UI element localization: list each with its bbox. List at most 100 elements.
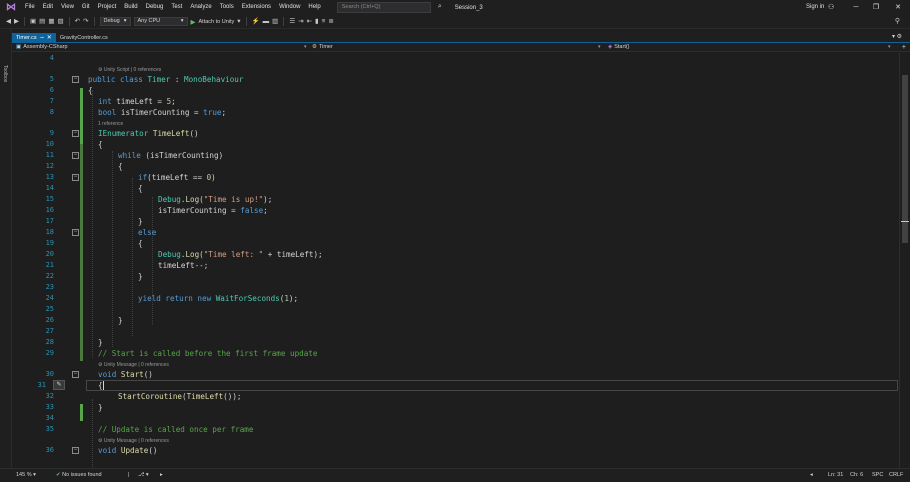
left-tool-strip: Toolbox xyxy=(0,29,12,469)
menu-tools[interactable]: Tools xyxy=(216,0,238,15)
tab-label: Timer.cs xyxy=(16,34,37,41)
play-icon[interactable]: ▶ xyxy=(191,18,196,26)
tab-gravitycontroller-cs[interactable]: GravityController.cs xyxy=(56,33,112,42)
minimize-icon[interactable]: ─ xyxy=(846,0,866,15)
code-text: // Update is called once per frame xyxy=(98,425,254,434)
folder-icon[interactable]: ▬ xyxy=(263,15,270,29)
visual-studio-logo-icon[interactable]: ⋈ xyxy=(5,2,17,14)
menu-view[interactable]: View xyxy=(57,0,78,15)
status-separator: | xyxy=(128,472,130,478)
configuration-value: Debug xyxy=(103,18,120,24)
bookmark-icon[interactable]: ▮ xyxy=(315,15,319,29)
git-branch-icon[interactable]: ⎇ ▾ xyxy=(138,469,149,482)
document-tab-bar: Timer.cs ⊸ ✕ GravityController.cs ▾ ⚙ xyxy=(12,33,910,42)
uncomment-icon[interactable]: ≣ xyxy=(328,15,333,29)
toolbox-tab[interactable]: Toolbox xyxy=(2,65,8,82)
configuration-dropdown[interactable]: Debug ▾ xyxy=(99,17,131,26)
code-text: { xyxy=(88,86,93,95)
redo-icon[interactable]: ↷ xyxy=(83,15,88,29)
menu-git[interactable]: Git xyxy=(78,0,94,15)
code-text: while (isTimerCounting) xyxy=(118,151,224,160)
fold-collapse-icon[interactable]: − xyxy=(72,371,79,378)
outdent-icon[interactable]: ⇤ xyxy=(307,15,312,29)
menu-edit[interactable]: Edit xyxy=(39,0,57,15)
chevron-down-icon[interactable]: ▾ xyxy=(598,43,601,52)
menu-window[interactable]: Window xyxy=(275,0,304,15)
search-input[interactable]: Search (Ctrl+Q) ⌕ xyxy=(336,2,442,13)
menu-debug[interactable]: Debug xyxy=(142,0,168,15)
live-share-icon[interactable]: ⚲ xyxy=(895,15,900,29)
new-item-icon[interactable]: ▣ xyxy=(30,15,36,29)
menu-file[interactable]: File xyxy=(21,0,39,15)
column-indicator[interactable]: Ch: 6 xyxy=(850,469,863,482)
fold-collapse-icon[interactable]: − xyxy=(72,152,79,159)
fold-collapse-icon[interactable]: − xyxy=(72,229,79,236)
scroll-left-icon[interactable]: ◂ xyxy=(810,469,813,482)
save-icon[interactable]: ▦ xyxy=(48,15,54,29)
code-line: 17 } xyxy=(12,216,900,227)
member-dropdown[interactable]: ◈ Start() xyxy=(608,43,630,52)
menu-analyze[interactable]: Analyze xyxy=(186,0,215,15)
chevron-down-icon[interactable]: ▾ xyxy=(304,43,307,52)
scrollbar-thumb[interactable] xyxy=(902,75,908,243)
code-editor[interactable]: 4 ⚙ Unity Script | 0 references 5 − publ… xyxy=(12,53,900,468)
navigate-forward-icon[interactable]: ▶ xyxy=(14,15,19,29)
menu-project[interactable]: Project xyxy=(94,0,121,15)
account-icon[interactable]: ⚇ xyxy=(828,0,834,15)
issues-indicator[interactable]: ✔ No issues found xyxy=(56,469,102,482)
fold-collapse-icon[interactable]: − xyxy=(72,174,79,181)
fold-collapse-icon[interactable]: − xyxy=(72,130,79,137)
layout-icon[interactable]: ▥ xyxy=(272,15,278,29)
chevron-down-icon[interactable]: ▾ xyxy=(888,43,891,52)
format-icon[interactable]: ☰ xyxy=(289,15,295,29)
navigate-back-icon[interactable]: ◀ xyxy=(6,15,11,29)
code-line: 36 − void Update() xyxy=(12,445,900,456)
save-all-icon[interactable]: ▧ xyxy=(57,15,63,29)
close-icon[interactable]: ✕ xyxy=(47,34,52,41)
fold-collapse-icon[interactable]: − xyxy=(72,76,79,83)
indent-icon[interactable]: ⇥ xyxy=(298,15,303,29)
whitespace-indicator[interactable]: SPC xyxy=(872,469,883,482)
comment-icon[interactable]: ≡ xyxy=(322,15,326,29)
tab-timer-cs[interactable]: Timer.cs ⊸ ✕ xyxy=(12,33,56,42)
split-editor-icon[interactable]: + xyxy=(902,43,906,52)
code-text: // Start is called before the first fram… xyxy=(98,349,318,358)
fold-collapse-icon[interactable]: − xyxy=(72,447,79,454)
code-text: StartCoroutine(TimeLeft()); xyxy=(118,392,242,401)
codelens-unity-message[interactable]: ⚙ Unity Message | 0 references xyxy=(98,437,169,445)
quick-actions-pencil-icon[interactable]: ✎ xyxy=(53,380,65,390)
line-number: 33 xyxy=(45,403,54,411)
line-ending-indicator[interactable]: CRLF xyxy=(889,469,903,482)
platform-dropdown[interactable]: Any CPU ▾ xyxy=(133,17,188,26)
open-folder-icon[interactable]: ▤ xyxy=(39,15,45,29)
line-number: 15 xyxy=(45,195,54,203)
search-icon[interactable]: ⌕ xyxy=(438,3,442,11)
line-indicator[interactable]: Ln: 31 xyxy=(828,469,843,482)
menu-test[interactable]: Test xyxy=(167,0,186,15)
sign-in-link[interactable]: Sign in xyxy=(806,0,824,15)
pin-icon[interactable]: ⊸ xyxy=(40,35,44,41)
code-text: void Update() xyxy=(98,446,158,455)
codelens-references[interactable]: 1 reference xyxy=(98,120,123,128)
menu-help[interactable]: Help xyxy=(304,0,324,15)
menu-extensions[interactable]: Extensions xyxy=(238,0,275,15)
maximize-icon[interactable]: ❐ xyxy=(866,0,886,15)
close-icon[interactable]: ✕ xyxy=(888,0,908,15)
tab-label: GravityController.cs xyxy=(59,34,108,41)
menu-build[interactable]: Build xyxy=(120,0,141,15)
line-number: 10 xyxy=(45,140,54,148)
code-line: 18 − else xyxy=(12,227,900,238)
codelens-unity-script[interactable]: ⚙ Unity Script | 0 references xyxy=(98,66,161,74)
project-dropdown[interactable]: ▣ Assembly-CSharp xyxy=(16,43,68,52)
chevron-down-icon[interactable]: ▾ xyxy=(237,15,240,29)
tab-overflow-icon[interactable]: ▾ ⚙ xyxy=(892,33,902,42)
scroll-right-icon[interactable]: ▸ xyxy=(160,469,163,482)
undo-icon[interactable]: ↶ xyxy=(75,15,80,29)
codelens-unity-message[interactable]: ⚙ Unity Message | 0 references xyxy=(98,361,169,369)
zoom-level[interactable]: 145 % ▾ xyxy=(16,469,36,482)
class-dropdown[interactable]: ⚙ Timer xyxy=(312,43,333,52)
code-text: } xyxy=(118,316,123,325)
vertical-scrollbar[interactable] xyxy=(899,53,910,468)
attach-to-unity-button[interactable]: Attach to Unity xyxy=(199,19,235,25)
hot-reload-icon[interactable]: ⚡ xyxy=(252,15,260,29)
